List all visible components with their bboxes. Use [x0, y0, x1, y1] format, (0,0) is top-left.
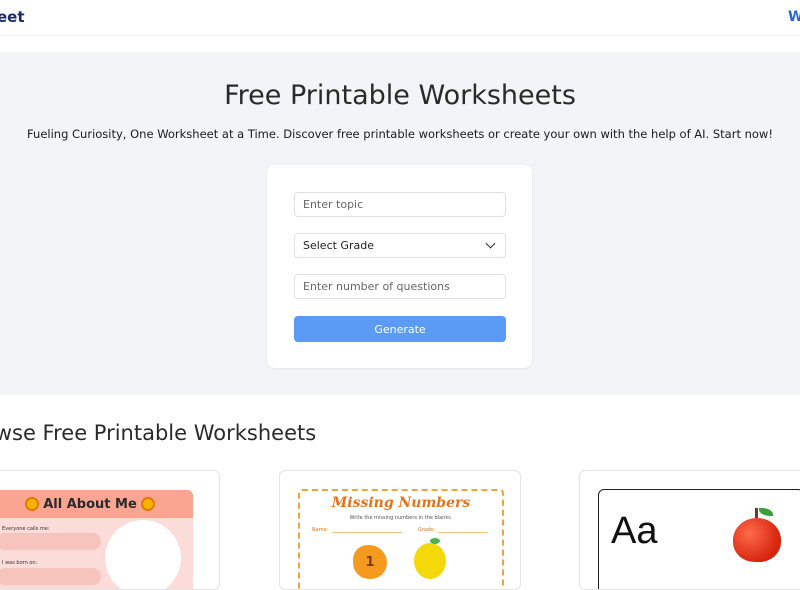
browse-section-title: owse Free Printable Worksheets — [0, 421, 317, 445]
worksheet-card-alphabet[interactable]: Aa — [579, 470, 800, 590]
grade-select-value: Select Grade — [303, 239, 374, 252]
worksheet-thumbnail: Aa — [598, 489, 800, 589]
worksheet-card-all-about-me[interactable]: All About Me Everyone calls me: I was bo… — [0, 470, 220, 590]
generate-button[interactable]: Generate — [294, 316, 506, 342]
thumbnail-label: Everyone calls me: — [2, 526, 50, 532]
hero-subtitle: Fueling Curiosity, One Worksheet at a Ti… — [27, 127, 773, 141]
sun-icon — [140, 497, 155, 511]
thumbnail-field — [0, 533, 101, 550]
leaf-icon — [430, 538, 440, 544]
sun-icon — [25, 497, 40, 511]
thumbnail-label: I was born on: — [2, 560, 38, 566]
thumbnail-field — [0, 568, 101, 585]
thumbnail-name-label: Name: — [312, 527, 329, 533]
flower-shape — [111, 526, 175, 589]
top-navigation-bar: eet W — [0, 0, 800, 36]
thumbnail-subtitle: Write the missing numbers in the blanks. — [349, 515, 453, 521]
apple-icon — [733, 518, 781, 562]
topic-input[interactable] — [294, 192, 506, 217]
chevron-down-icon — [485, 238, 496, 249]
thumbnail-grade-label: Grade: — [418, 527, 435, 533]
thumbnail-banner: All About Me — [0, 490, 193, 518]
nav-link[interactable]: W — [788, 9, 800, 25]
thumbnail-title: Missing Numbers — [331, 495, 471, 511]
number-blob: 1 — [353, 545, 387, 579]
page-title: Free Printable Worksheets — [224, 80, 576, 111]
worksheet-thumbnail: Missing Numbers Write the missing number… — [298, 489, 504, 589]
lemon-icon — [414, 543, 446, 579]
grade-select[interactable]: Select Grade — [294, 233, 506, 258]
worksheet-card-missing-numbers[interactable]: Missing Numbers Write the missing number… — [279, 470, 521, 590]
brand-logo-text[interactable]: eet — [0, 8, 25, 26]
thumbnail-line — [332, 532, 402, 533]
thumbnail-line — [438, 532, 488, 533]
worksheet-generator-form: Select Grade Generate — [267, 165, 532, 368]
worksheet-thumbnail: All About Me Everyone calls me: I was bo… — [0, 490, 193, 589]
apple-leaf — [759, 508, 773, 516]
thumbnail-letters: Aa — [611, 510, 658, 552]
question-count-input[interactable] — [294, 274, 506, 299]
thumbnail-title: All About Me — [43, 496, 137, 512]
